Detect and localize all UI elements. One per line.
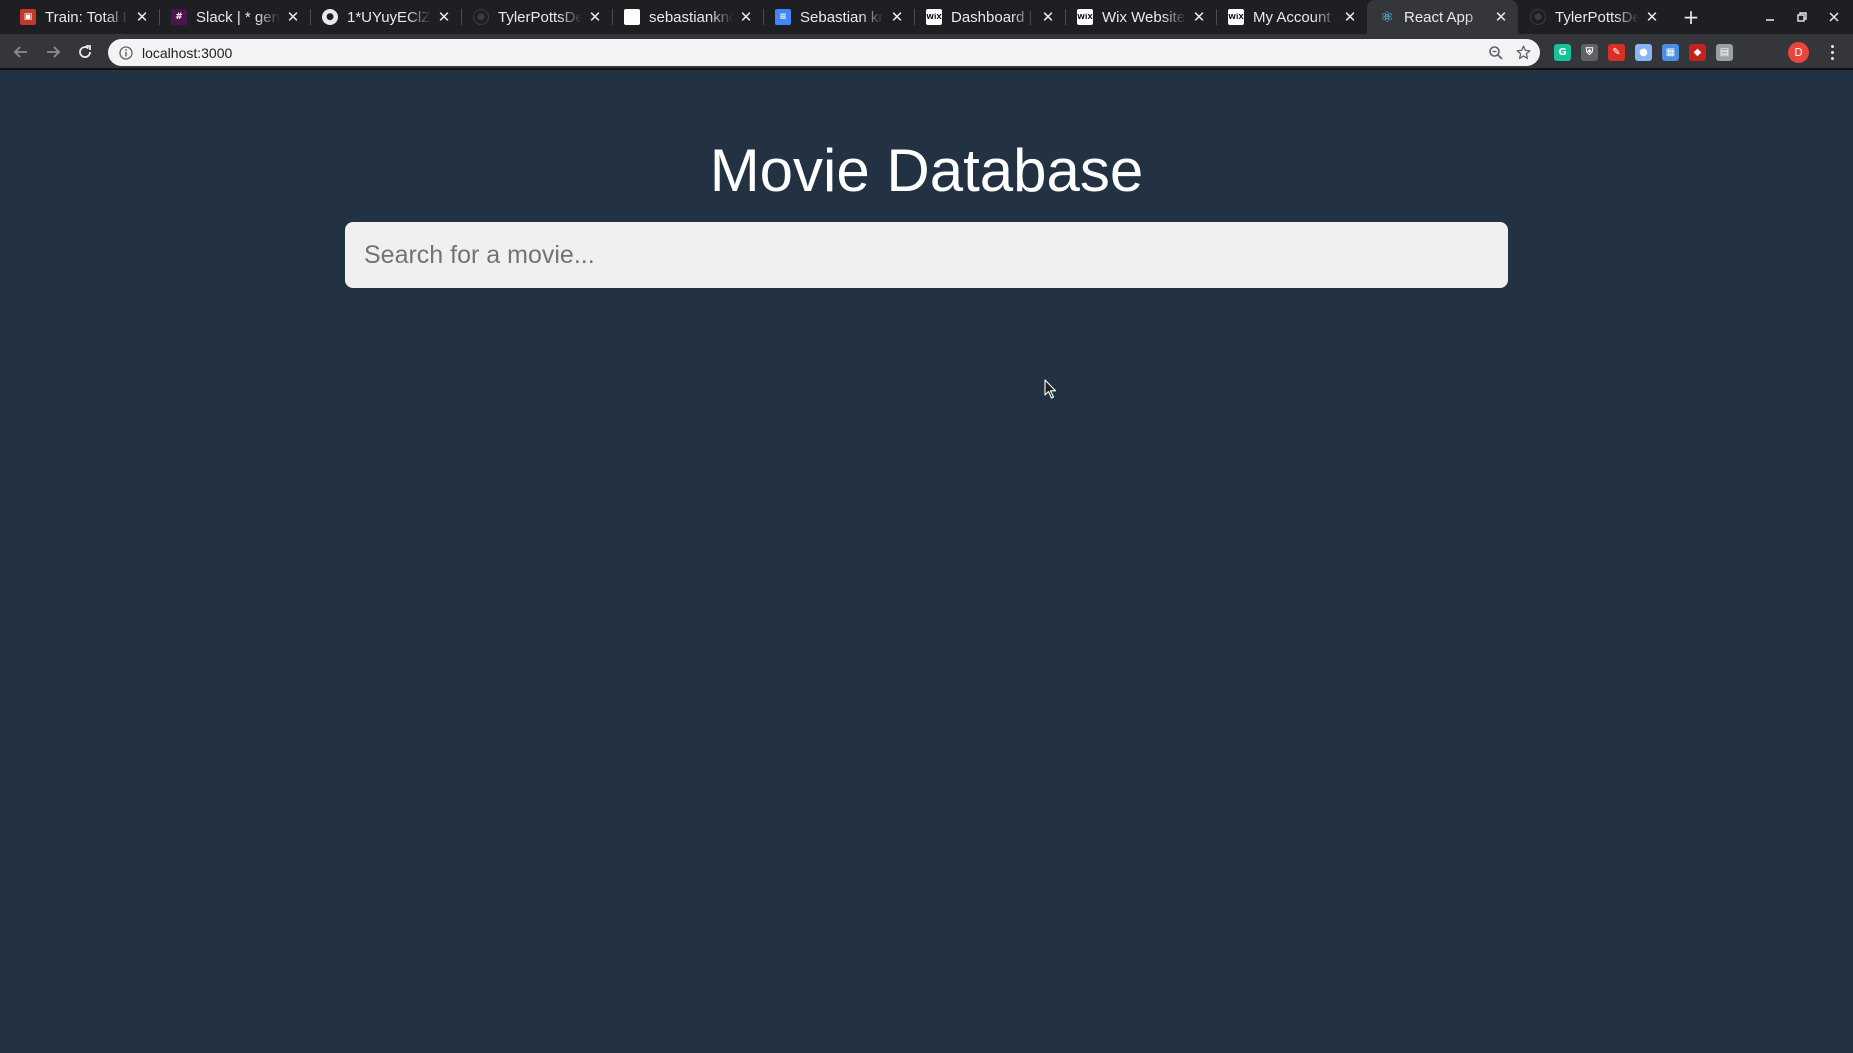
page-icon [624, 9, 640, 25]
profile-avatar[interactable]: D [1788, 42, 1809, 63]
forward-button[interactable] [40, 39, 66, 65]
minimize-icon [1766, 19, 1774, 21]
tab-close-icon[interactable]: ✕ [435, 8, 453, 26]
shield-extension-icon[interactable]: ⛨ [1581, 44, 1598, 61]
browser-menu-button[interactable] [1822, 41, 1842, 63]
restore-icon [1797, 12, 1807, 22]
browser-tab[interactable]: ⚛ React App ✕ [1367, 0, 1518, 34]
tab-title: My Account | [1253, 8, 1337, 26]
grammarly-icon[interactable]: G [1554, 44, 1571, 61]
browser-tab[interactable]: # Slack | * gene ✕ [159, 0, 310, 34]
url-text[interactable]: localhost:3000 [142, 45, 1540, 61]
reload-button[interactable] [72, 39, 98, 65]
tab-title: TylerPottsDe [498, 8, 582, 26]
google-docs-icon: ≡ [775, 9, 791, 25]
react-icon: ⚛ [1380, 8, 1394, 26]
mouse-pointer-icon [1044, 379, 1057, 399]
browser-tab[interactable]: ● TylerPottsDe ✕ [461, 0, 612, 34]
tab-title: Dashboard | [951, 8, 1033, 26]
tab-title: Slack | * gene [196, 8, 280, 26]
tab-close-icon[interactable]: ✕ [133, 8, 151, 26]
tab-close-icon[interactable]: ✕ [1492, 8, 1510, 26]
browser-tab[interactable]: ≡ Sebastian kn ✕ [763, 0, 914, 34]
tab-title: TylerPottsDe [1555, 8, 1639, 26]
bookmark-star-icon[interactable] [1515, 44, 1532, 61]
browser-tab[interactable]: ● TylerPottsDe ✕ [1518, 0, 1669, 34]
tab-title: sebastiankno [649, 8, 733, 26]
browser-tab[interactable]: WiX My Account | ✕ [1216, 0, 1367, 34]
browser-toolbar: localhost:3000 G ⛨ ✎ ● ▦ ◆ ▤ D [0, 34, 1853, 70]
browser-tab[interactable]: WiX Wix Website ✕ [1065, 0, 1216, 34]
close-icon [1829, 12, 1839, 22]
wix-icon: WiX [1228, 9, 1244, 25]
browser-tab[interactable]: WiX Dashboard | ✕ [914, 0, 1065, 34]
tab-list: ▣ Train: Total I ✕ # Slack | * gene ✕ ● 1*UYuyE… [8, 0, 1669, 34]
arrow-left-icon [13, 46, 27, 58]
tab-close-icon[interactable]: ✕ [284, 8, 302, 26]
menu-dot [1830, 50, 1834, 54]
pen-extension-icon[interactable]: ✎ [1608, 44, 1625, 61]
browser-tab[interactable]: ▣ Train: Total I ✕ [8, 0, 159, 34]
browser-tab-strip: ▣ Train: Total I ✕ # Slack | * gene ✕ ● 1*UYuyE… [0, 0, 1853, 34]
back-button[interactable] [8, 39, 34, 65]
tab-title: Sebastian kn [800, 8, 884, 26]
app-page: Movie Database [0, 72, 1853, 1053]
page-title: Movie Database [709, 137, 1144, 204]
address-bar[interactable]: localhost:3000 [108, 39, 1540, 66]
tab-close-icon[interactable]: ✕ [1643, 8, 1661, 26]
menu-dot [1830, 56, 1834, 60]
info-icon[interactable] [119, 45, 133, 60]
globe-icon: ● [322, 9, 338, 25]
grey-extension-icon[interactable]: ▤ [1716, 44, 1733, 61]
tab-title: Train: Total I [45, 8, 127, 26]
reload-icon [79, 45, 91, 58]
minimize-window-button[interactable] [1756, 4, 1784, 30]
ecto-icon: ▣ [20, 9, 36, 25]
slack-icon: # [171, 9, 187, 25]
tab-close-icon[interactable]: ✕ [586, 8, 604, 26]
tab-title: React App [1404, 8, 1474, 26]
tab-close-icon[interactable]: ✕ [1190, 8, 1208, 26]
tab-close-icon[interactable]: ✕ [888, 8, 906, 26]
browser-tab[interactable]: ● 1*UYuyEClZu ✕ [310, 0, 461, 34]
tab-title: 1*UYuyEClZu [347, 8, 431, 26]
maximize-window-button[interactable] [1788, 4, 1816, 30]
arrow-right-icon [47, 46, 61, 58]
photo-extension-icon[interactable]: ▦ [1662, 44, 1679, 61]
menu-dot [1830, 44, 1834, 48]
tab-title: Wix Website [1102, 8, 1186, 26]
github-icon: ● [1530, 9, 1546, 25]
tab-close-icon[interactable]: ✕ [737, 8, 755, 26]
tab-close-icon[interactable]: ✕ [1341, 8, 1359, 26]
circle-extension-icon[interactable]: ● [1635, 44, 1652, 61]
browser-tab[interactable]: sebastiankno ✕ [612, 0, 763, 34]
wix-icon: WiX [1077, 9, 1093, 25]
movie-search-input[interactable] [345, 222, 1508, 288]
wix-icon: WiX [926, 9, 942, 25]
github-icon: ● [473, 9, 489, 25]
tab-close-icon[interactable]: ✕ [1039, 8, 1057, 26]
new-tab-button[interactable]: + [1678, 4, 1704, 30]
red-extension-icon[interactable]: ◆ [1689, 44, 1706, 61]
close-window-button[interactable] [1820, 4, 1848, 30]
zoom-icon[interactable] [1488, 45, 1504, 61]
